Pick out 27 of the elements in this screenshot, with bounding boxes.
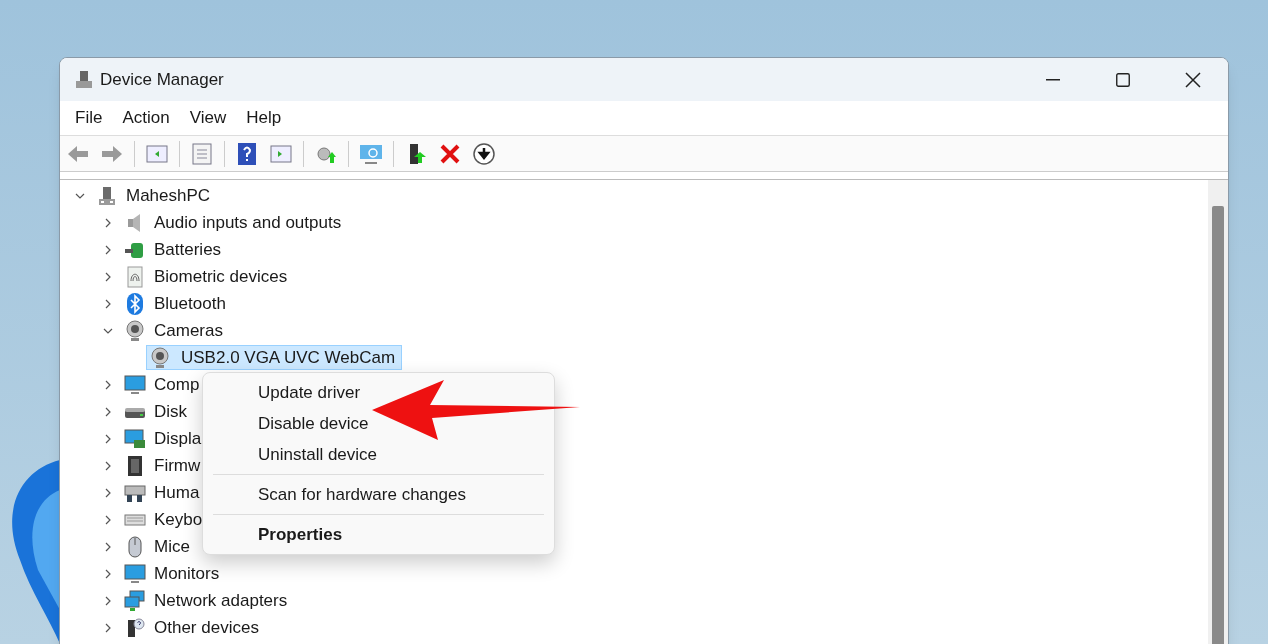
- tree-item[interactable]: Displa: [154, 425, 202, 452]
- tree-item[interactable]: Mice: [154, 533, 190, 560]
- context-menu-item[interactable]: Uninstall device: [203, 439, 554, 470]
- window-title: Device Manager: [100, 68, 224, 91]
- tree-item[interactable]: Batteries: [154, 236, 222, 263]
- menu-bar-item[interactable]: View: [180, 105, 236, 131]
- tree-item[interactable]: Monitors: [154, 560, 220, 587]
- context-menu-item[interactable]: Scan for hardware changes: [213, 479, 544, 510]
- menu-bar-item[interactable]: Action: [113, 105, 179, 131]
- tree-item[interactable]: Keybo: [154, 506, 203, 533]
- menu-bar-item[interactable]: Help: [237, 105, 291, 131]
- context-menu-item[interactable]: Properties: [213, 519, 544, 550]
- tree-item[interactable]: Other devices: [154, 614, 259, 641]
- tree-item[interactable]: Network adapters: [154, 587, 288, 614]
- tree-item[interactable]: Biometric devices: [154, 263, 288, 290]
- tree-item[interactable]: Comp: [154, 371, 200, 398]
- tree-item[interactable]: Firmw: [154, 452, 201, 479]
- context-menu-item[interactable]: Disable device: [203, 408, 554, 439]
- tree-item[interactable]: Audio inputs and outputs: [154, 209, 342, 236]
- context-menu-item[interactable]: Update driver: [203, 377, 554, 408]
- menu-bar-item[interactable]: File: [66, 105, 112, 131]
- tree-item[interactable]: Huma: [154, 479, 200, 506]
- tree-item[interactable]: MaheshPC: [126, 182, 211, 209]
- tree-item[interactable]: USB2.0 VGA UVC WebCam: [146, 345, 403, 370]
- tree-item[interactable]: Disk: [154, 398, 188, 425]
- tree-item[interactable]: Cameras: [154, 317, 223, 344]
- tree-item[interactable]: Bluetooth: [154, 290, 226, 317]
